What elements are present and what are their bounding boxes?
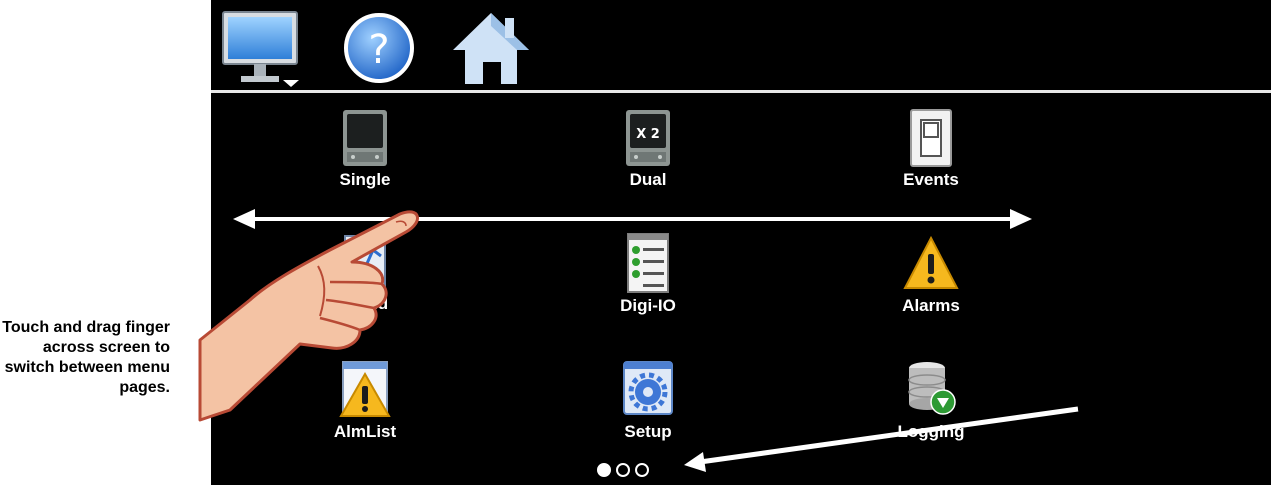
menu-label-single: Single (339, 170, 391, 189)
menu-label-events: Events (903, 170, 959, 189)
alarm-warning-icon (903, 235, 959, 289)
help-icon[interactable]: ? (339, 8, 419, 93)
menu-label-almlist: AlmList (333, 422, 397, 441)
menu-item-alarms[interactable]: Alarms (851, 232, 1011, 332)
menu-label-alarms: Alarms (902, 296, 960, 315)
logging-database-icon (908, 362, 956, 415)
setup-gear-icon (623, 361, 673, 415)
top-bar: ? (211, 0, 1271, 90)
menu-item-events[interactable]: Events (851, 108, 1011, 208)
trend-icon (344, 235, 386, 289)
top-divider (211, 90, 1271, 93)
menu-item-logging[interactable]: Logging (851, 358, 1011, 458)
page-dot-2[interactable] (616, 463, 630, 477)
page-indicator[interactable] (597, 462, 677, 478)
alarm-list-icon (339, 361, 391, 417)
menu-item-single[interactable]: Single (285, 108, 445, 208)
page-dot-1[interactable] (597, 463, 611, 477)
menu-label-trend: Trend (341, 294, 389, 313)
events-switch-icon (910, 109, 952, 167)
svg-text:X 2: X 2 (636, 127, 660, 142)
menu-label-logging: Logging (897, 422, 965, 441)
home-icon[interactable] (451, 8, 531, 93)
single-view-icon (343, 110, 387, 166)
dual-view-icon: X 2 (626, 110, 670, 166)
menu-label-setup: Setup (624, 422, 672, 441)
swipe-instruction-callout: Touch and drag finger across screen to s… (2, 319, 170, 396)
menu-item-almlist[interactable]: AlmList (285, 358, 445, 458)
digi-io-list-icon (627, 233, 669, 293)
svg-text:?: ? (368, 27, 389, 73)
menu-item-trend[interactable]: Trend (285, 232, 445, 332)
menu-item-setup[interactable]: Setup (568, 358, 728, 458)
monitor-icon[interactable] (221, 8, 301, 93)
menu-item-dual[interactable]: X 2 Dual (568, 108, 728, 208)
menu-label-digi-io: Digi-IO (620, 296, 676, 315)
menu-label-dual: Dual (629, 170, 667, 189)
menu-item-digi-io[interactable]: Digi-IO (568, 232, 728, 332)
device-screen: ? Single X 2 Dual Events Trend Digi-IO A… (211, 0, 1271, 485)
page-indicator-callout: Active Page Indicator (1 of 3) (1098, 373, 1261, 410)
page-dot-3[interactable] (635, 463, 649, 477)
